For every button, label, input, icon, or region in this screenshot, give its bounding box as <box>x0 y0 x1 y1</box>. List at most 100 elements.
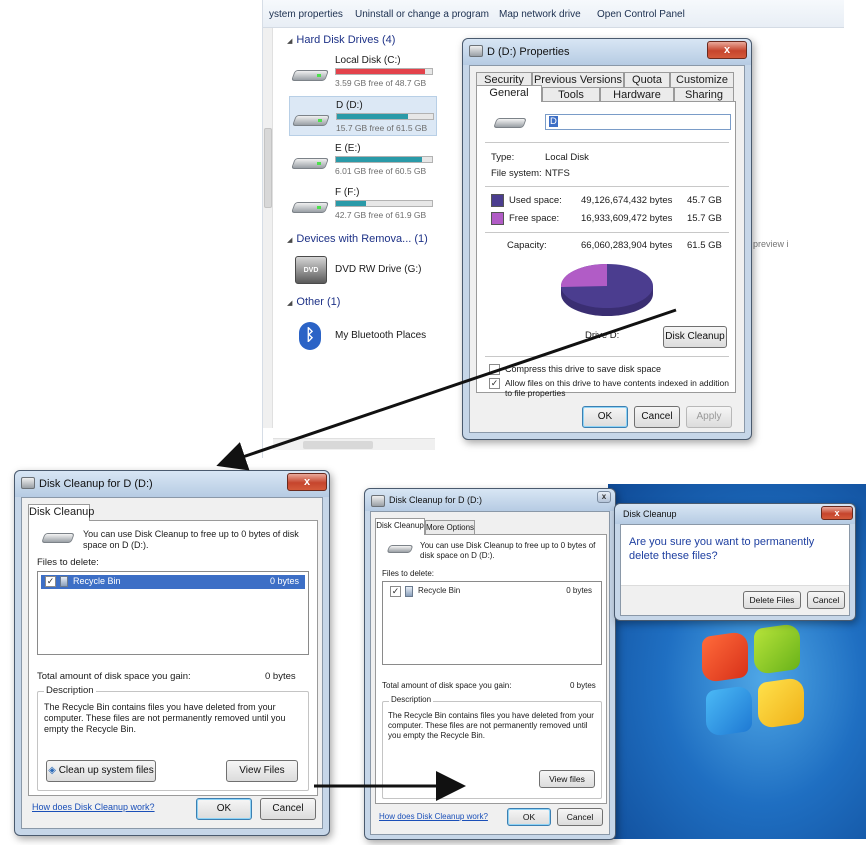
tab-disk-cleanup[interactable]: Disk Cleanup <box>375 518 425 535</box>
close-button[interactable]: x <box>287 473 327 491</box>
item-name: Recycle Bin <box>418 586 461 595</box>
device-item-dvd[interactable]: DVD DVD RW Drive (G:) <box>289 252 439 288</box>
group-label: Hard Disk Drives (4) <box>296 34 396 46</box>
properties-titlebar[interactable]: D (D:) Properties x <box>463 39 751 65</box>
tab-quota[interactable]: Quota <box>624 72 670 87</box>
disk-cleanup-icon <box>21 477 35 489</box>
close-button[interactable]: x <box>707 41 747 59</box>
item-name: Recycle Bin <box>73 576 121 586</box>
item-checkbox[interactable]: ✓ <box>45 576 56 587</box>
total-gain-value: 0 bytes <box>570 681 596 690</box>
free-space-swatch <box>491 212 504 225</box>
drive-usage-bar <box>335 200 433 207</box>
delete-files-button[interactable]: Delete Files <box>743 591 801 609</box>
drive-name: E (E:) <box>335 143 361 154</box>
drive-free-space: 42.7 GB free of 61.9 GB <box>335 210 427 220</box>
tab-more-options[interactable]: More Options <box>425 520 475 535</box>
ok-button[interactable]: OK <box>582 406 628 428</box>
hard-drive-icon <box>41 533 75 543</box>
drive-free-space: 15.7 GB free of 61.5 GB <box>336 123 428 133</box>
system-properties-button[interactable]: ystem properties <box>269 9 343 20</box>
uninstall-program-button[interactable]: Uninstall or change a program <box>355 9 489 20</box>
device-name: DVD RW Drive (G:) <box>335 264 422 275</box>
tab-tools[interactable]: Tools <box>542 87 600 102</box>
dvd-icon: DVD <box>295 256 327 284</box>
total-gain-label: Total amount of disk space you gain: <box>382 681 512 690</box>
window-title: Disk Cleanup for D (D:) <box>389 495 483 505</box>
item-size: 0 bytes <box>269 576 299 586</box>
tab-previous-versions[interactable]: Previous Versions <box>532 72 624 87</box>
description-group: Description The Recycle Bin contains fil… <box>37 685 309 791</box>
collapse-icon: ◢ <box>287 38 293 45</box>
type-value: Local Disk <box>545 152 589 163</box>
cleanup-titlebar[interactable]: Disk Cleanup for D (D:) x <box>15 471 329 497</box>
index-checkbox[interactable]: ✓ <box>489 378 500 389</box>
hard-drive-icon <box>493 118 527 128</box>
view-files-button[interactable]: View Files <box>226 760 298 782</box>
divider <box>485 232 729 233</box>
drive-name: D (D:) <box>336 100 363 111</box>
drive-name: Local Disk (C:) <box>335 55 401 66</box>
tab-customize[interactable]: Customize <box>670 72 734 87</box>
cancel-button[interactable]: Cancel <box>807 591 845 609</box>
windows-flag-red <box>702 630 748 684</box>
map-network-drive-button[interactable]: Map network drive <box>499 9 581 20</box>
hard-drive-icon <box>290 154 330 172</box>
disk-cleanup-icon <box>371 495 385 507</box>
how-cleanup-works-link[interactable]: How does Disk Cleanup work? <box>379 812 488 821</box>
drive-item-f[interactable]: F (F:) 42.7 GB free of 61.9 GB <box>289 184 437 224</box>
group-removable-devices[interactable]: ◢ Devices with Remova... (1) <box>287 233 428 245</box>
item-checkbox[interactable]: ✓ <box>390 586 401 597</box>
drive-usage-bar <box>335 68 433 75</box>
drive-icon <box>469 45 483 57</box>
hard-drive-icon <box>290 66 330 84</box>
view-files-button[interactable]: View files <box>539 770 595 788</box>
confirm-message: Are you sure you want to permanently del… <box>629 536 815 562</box>
recycle-bin-icon <box>405 586 413 597</box>
tab-disk-cleanup[interactable]: Disk Cleanup <box>28 504 94 521</box>
device-item-bluetooth[interactable]: ᛒ My Bluetooth Places <box>289 318 439 354</box>
tab-hardware[interactable]: Hardware <box>600 87 674 102</box>
tab-general[interactable]: General <box>476 85 542 102</box>
drive-usage-bar <box>335 156 433 163</box>
drive-item-d[interactable]: D (D:) 15.7 GB free of 61.5 GB <box>289 96 437 136</box>
disk-cleanup-button[interactable]: Disk Cleanup <box>663 326 727 348</box>
how-cleanup-works-link[interactable]: How does Disk Cleanup work? <box>32 802 155 812</box>
drive-item-c[interactable]: Local Disk (C:) 3.59 GB free of 48.7 GB <box>289 52 437 92</box>
confirm-titlebar[interactable]: Disk Cleanup x <box>615 504 855 524</box>
files-list[interactable]: ✓ Recycle Bin 0 bytes <box>37 571 309 655</box>
group-other[interactable]: ◢ Other (1) <box>287 296 340 308</box>
type-label: Type: <box>491 152 515 163</box>
compress-checkbox[interactable] <box>489 364 500 375</box>
volume-label-input[interactable]: D <box>545 114 731 130</box>
drive-item-e[interactable]: E (E:) 6.01 GB free of 60.5 GB <box>289 140 437 180</box>
tab-sharing[interactable]: Sharing <box>674 87 734 102</box>
drive-usage-bar <box>336 113 434 120</box>
hard-drive-icon <box>291 111 331 129</box>
list-item[interactable]: ✓ Recycle Bin 0 bytes <box>41 575 305 589</box>
window-title: Disk Cleanup <box>623 509 677 519</box>
clean-up-system-files-button[interactable]: ◈ Clean up system files <box>46 760 156 782</box>
files-list[interactable]: ✓ Recycle Bin 0 bytes <box>382 581 602 665</box>
window-title: D (D:) Properties <box>487 46 570 58</box>
disk-usage-pie <box>561 264 653 316</box>
ok-button[interactable]: OK <box>507 808 551 826</box>
group-hard-disks[interactable]: ◢ Hard Disk Drives (4) <box>287 34 395 46</box>
list-item[interactable]: ✓ Recycle Bin 0 bytes <box>386 585 598 599</box>
close-button[interactable]: x <box>821 506 853 520</box>
confirm-client: Are you sure you want to permanently del… <box>620 524 850 616</box>
cancel-button[interactable]: Cancel <box>557 808 603 826</box>
ok-button[interactable]: OK <box>196 798 252 820</box>
file-system-label: File system: <box>491 168 542 179</box>
close-button[interactable]: x <box>597 491 611 503</box>
item-size: 0 bytes <box>566 586 592 595</box>
compress-label: Compress this drive to save disk space <box>505 364 662 374</box>
apply-button[interactable]: Apply <box>686 406 732 428</box>
drive-free-space: 6.01 GB free of 60.5 GB <box>335 166 427 176</box>
cancel-button[interactable]: Cancel <box>634 406 680 428</box>
open-control-panel-button[interactable]: Open Control Panel <box>597 9 685 20</box>
hard-drive-icon <box>290 198 330 216</box>
cleanup-titlebar[interactable]: Disk Cleanup for D (D:) x <box>365 489 615 511</box>
cancel-button[interactable]: Cancel <box>260 798 316 820</box>
collapse-icon: ◢ <box>287 300 293 307</box>
